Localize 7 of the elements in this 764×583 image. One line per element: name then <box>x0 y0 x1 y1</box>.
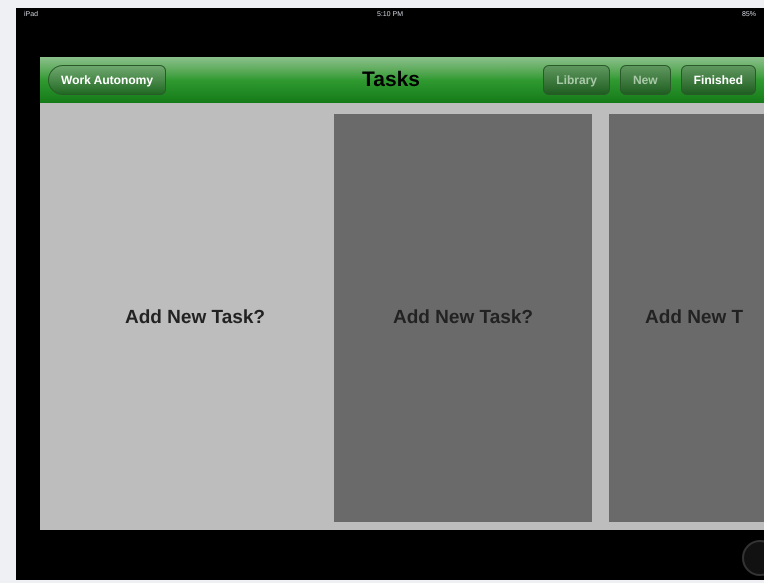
nav-button[interactable]: Finished <box>680 65 756 95</box>
back-button[interactable]: Work Autonomy <box>48 65 166 95</box>
nav-button[interactable]: New <box>620 65 671 95</box>
nav-title: Tasks <box>362 67 420 94</box>
nav-button[interactable]: Library <box>543 65 610 95</box>
task-card[interactable]: Add New T <box>609 114 764 522</box>
task-card[interactable]: Add New Task? <box>334 114 592 522</box>
